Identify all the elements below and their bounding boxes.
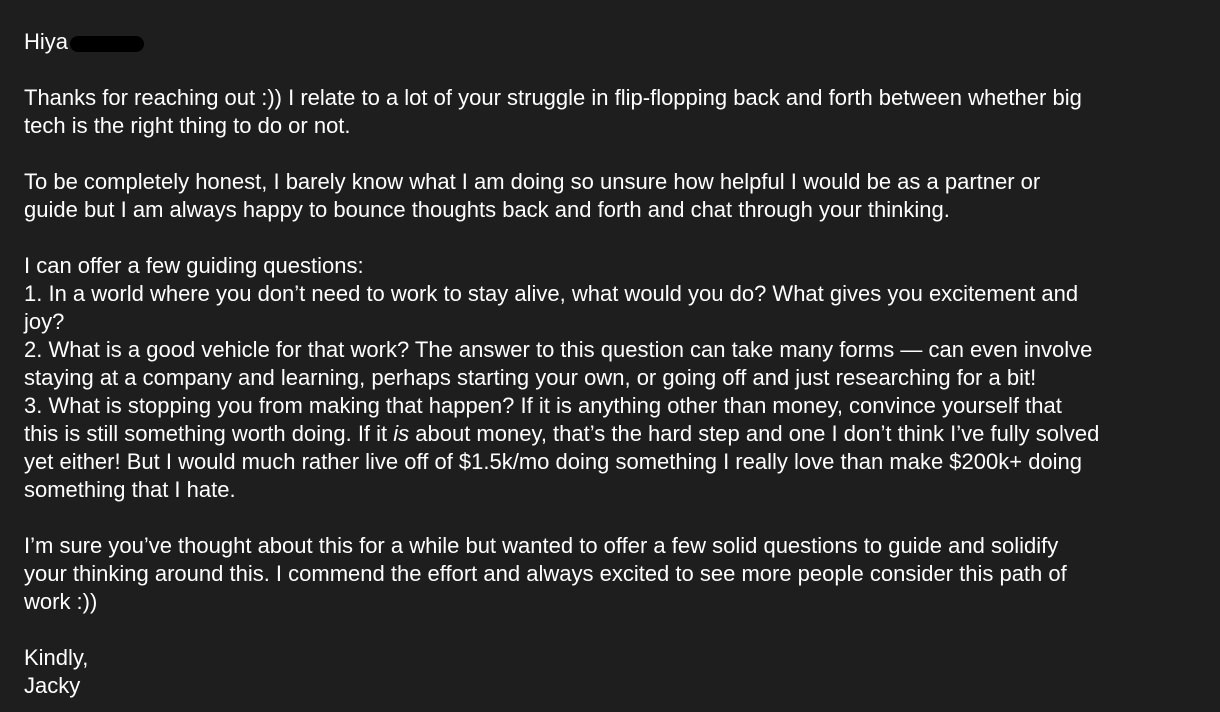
email-body: Hiya Thanks for reaching out :)) I relat… <box>24 28 1204 700</box>
text-segment: about money, that’s the hard step and on… <box>409 421 1100 446</box>
text-segment: this is still something worth doing. If … <box>24 421 394 446</box>
text-line: Thanks for reaching out :)) I relate to … <box>24 85 1082 110</box>
paragraph-1: Thanks for reaching out :)) I relate to … <box>24 84 1204 140</box>
paragraph-4: I’m sure you’ve thought about this for a… <box>24 532 1204 616</box>
question-1-line: joy? <box>24 309 65 334</box>
signature: Jacky <box>24 673 81 698</box>
text-line: your thinking around this. I commend the… <box>24 561 1067 586</box>
text-line: tech is the right thing to do or not. <box>24 113 351 138</box>
greeting-line: Hiya <box>24 28 1204 56</box>
greeting: Hiya <box>24 29 69 54</box>
question-2-line: 2. What is a good vehicle for that work?… <box>24 337 1093 362</box>
paragraph-3: I can offer a few guiding questions: 1. … <box>24 252 1204 504</box>
question-3-line: this is still something worth doing. If … <box>24 420 1204 448</box>
text-line: To be completely honest, I barely know w… <box>24 169 1041 194</box>
emphasis-text: is <box>393 421 410 446</box>
signoff: Kindly, <box>24 645 89 670</box>
question-3-line: yet either! But I would much rather live… <box>24 449 1083 474</box>
text-line: guide but I am always happy to bounce th… <box>24 197 950 222</box>
question-2-line: staying at a company and learning, perha… <box>24 365 1037 390</box>
paragraph-2: To be completely honest, I barely know w… <box>24 168 1204 224</box>
question-3-line: something that I hate. <box>24 477 236 502</box>
question-1-line: 1. In a world where you don’t need to wo… <box>24 281 1079 306</box>
question-3-line: 3. What is stopping you from making that… <box>24 393 1062 418</box>
text-line: work :)) <box>24 589 98 614</box>
text-line: I’m sure you’ve thought about this for a… <box>24 533 1059 558</box>
redacted-name <box>70 35 145 52</box>
text-line: I can offer a few guiding questions: <box>24 253 364 278</box>
